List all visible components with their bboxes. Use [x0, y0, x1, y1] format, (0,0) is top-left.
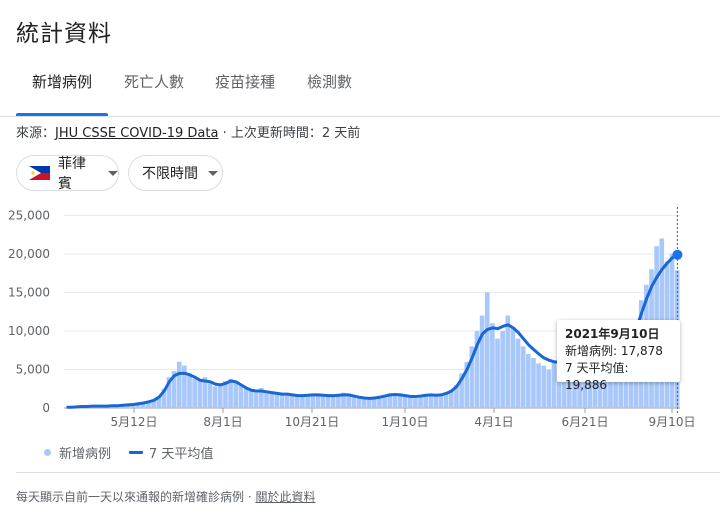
case-bar [490, 323, 495, 408]
legend-bars-label: 新增病例 [59, 447, 112, 462]
case-bar [243, 388, 249, 408]
case-bar [402, 396, 408, 408]
about-data-link[interactable]: 關於此資料 [255, 490, 315, 504]
case-bar [238, 384, 244, 408]
x-tick-label: 4月1日 [474, 415, 513, 429]
case-bar [233, 381, 239, 408]
chart-tooltip: 2021年9月10日 新增病例: 17,878 7 天平均值: 19,886 [557, 320, 680, 392]
case-bar [515, 338, 521, 408]
x-tick-label: 6月21日 [562, 415, 609, 429]
case-bar [366, 398, 372, 408]
y-tick-label: 15,000 [8, 285, 50, 299]
case-bar [479, 315, 485, 408]
case-bar [526, 354, 531, 408]
bottom-divider [16, 472, 720, 473]
case-bar [253, 392, 259, 408]
case-bar [495, 338, 500, 408]
x-tick-label: 10月21日 [285, 415, 340, 429]
case-bar [279, 394, 285, 408]
case-bar [315, 394, 321, 408]
tooltip-new-cases: 新增病例: 17,878 [565, 344, 663, 358]
case-bar [187, 373, 192, 408]
chart-legend: 新增病例 7 天平均值 [44, 443, 213, 462]
tooltip-date: 2021年9月10日 [565, 327, 660, 341]
case-bar [325, 396, 331, 408]
case-bar [484, 292, 490, 408]
case-bar [546, 369, 552, 408]
case-bar [536, 363, 541, 408]
case-bar [505, 315, 511, 408]
case-bar [330, 396, 336, 408]
case-bar [300, 396, 305, 408]
y-tick-label: 5,000 [16, 362, 50, 376]
case-bar [397, 394, 403, 408]
case-bar [269, 392, 274, 408]
footer: 每天顯示自前一天以來通報的新增確診病例 · 關於此資料 [16, 488, 315, 505]
legend-bars-swatch [44, 449, 51, 456]
case-bar [264, 391, 269, 408]
case-bar [274, 394, 280, 408]
case-bar [192, 378, 197, 408]
legend-line-label: 7 天平均值 [149, 447, 214, 462]
footer-text: 每天顯示自前一天以來通報的新增確診病例 · [16, 490, 252, 504]
y-tick-label: 25,000 [8, 208, 50, 222]
case-bar [520, 346, 526, 408]
case-bar [438, 394, 444, 408]
case-bar [289, 395, 295, 408]
case-bar [433, 395, 439, 408]
case-bar [500, 330, 505, 408]
case-bar [356, 397, 362, 408]
case-bar [207, 383, 213, 408]
case-bar [510, 327, 516, 408]
case-bar [392, 394, 398, 408]
case-bar [248, 391, 254, 408]
case-bar [361, 398, 367, 408]
legend-line-swatch [129, 451, 144, 454]
case-bar [351, 396, 357, 408]
case-bar [320, 395, 326, 408]
case-bar [197, 381, 203, 408]
case-bar [428, 394, 434, 408]
case-bar [295, 396, 300, 408]
case-bar [413, 396, 418, 408]
case-bar [531, 357, 536, 408]
x-tick-label: 9月10日 [649, 415, 696, 429]
case-bar [551, 361, 557, 408]
x-tick-label: 5月12日 [111, 415, 158, 429]
y-tick-label: 20,000 [8, 247, 50, 261]
case-bar [541, 365, 547, 408]
case-bar [407, 397, 413, 408]
case-bar [218, 384, 223, 408]
y-tick-label: 10,000 [8, 324, 50, 338]
y-tick-label: 0 [42, 401, 50, 415]
tooltip-avg7: 7 天平均值: 19,886 [565, 361, 629, 392]
hover-point [672, 249, 683, 260]
case-bar [176, 361, 182, 408]
x-tick-label: 8月1日 [203, 415, 242, 429]
case-bar [212, 386, 218, 408]
x-tick-label: 1月10日 [382, 415, 429, 429]
